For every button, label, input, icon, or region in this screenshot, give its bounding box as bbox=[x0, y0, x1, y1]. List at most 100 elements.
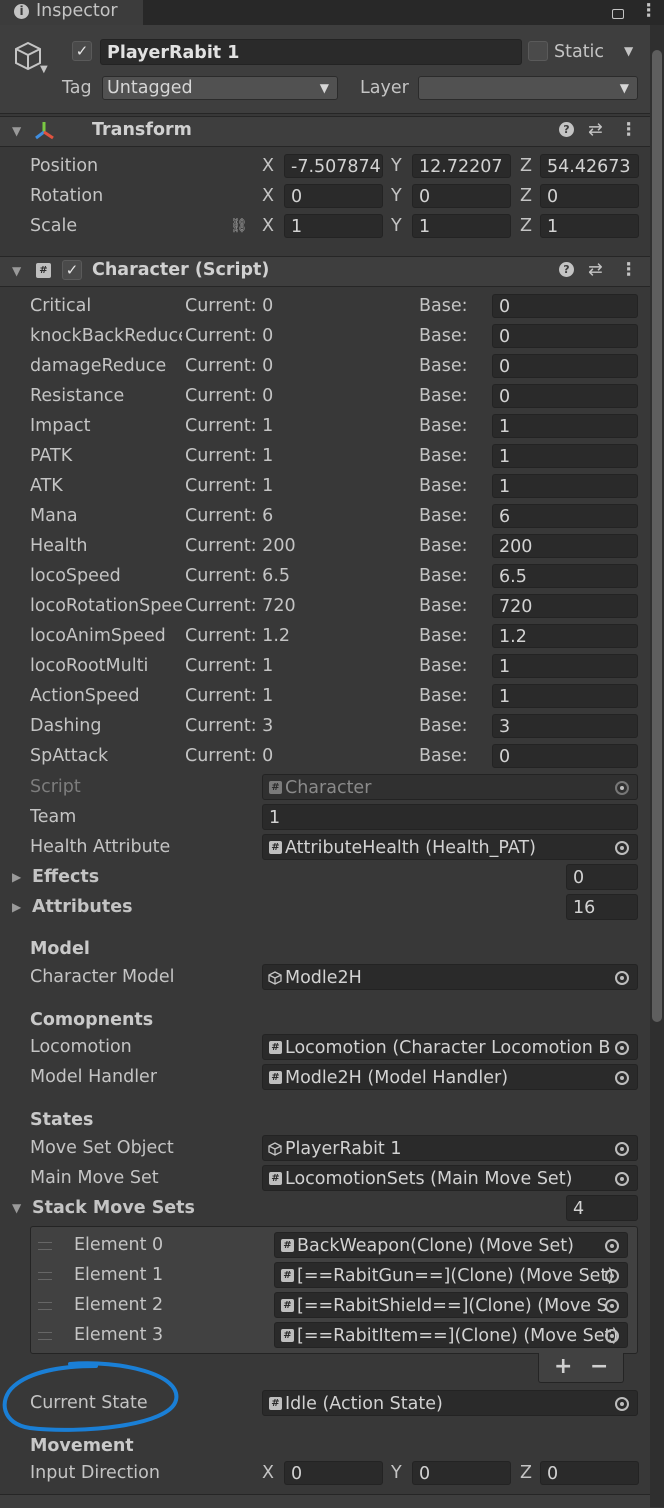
stat-base-field[interactable]: 0 bbox=[492, 384, 638, 408]
y-axis-label[interactable]: Y bbox=[391, 151, 402, 181]
z-axis-label[interactable]: Z bbox=[520, 211, 532, 241]
stat-base-field[interactable]: 0 bbox=[492, 744, 638, 768]
constrain-proportions-icon[interactable]: ⛓ bbox=[230, 211, 248, 241]
character-enabled-checkbox[interactable]: ✓ bbox=[62, 260, 82, 280]
position-z-field[interactable]: 54.42673 bbox=[540, 154, 639, 178]
y-axis-label[interactable]: Y bbox=[391, 1458, 402, 1488]
model-handler-field[interactable]: # Modle2H (Model Handler) bbox=[262, 1064, 638, 1090]
object-picker-icon[interactable] bbox=[615, 1071, 629, 1085]
x-axis-label[interactable]: X bbox=[262, 211, 274, 241]
stat-base-field[interactable]: 6 bbox=[492, 504, 638, 528]
stat-base-field[interactable]: 1 bbox=[492, 414, 638, 438]
input-direction-y-field[interactable]: 0 bbox=[412, 1461, 511, 1485]
z-axis-label[interactable]: Z bbox=[520, 1458, 532, 1488]
stat-base-field[interactable]: 0 bbox=[492, 354, 638, 378]
object-picker-icon[interactable] bbox=[615, 1397, 629, 1411]
inspector-tab[interactable]: i Inspector bbox=[0, 0, 143, 25]
object-picker-icon[interactable] bbox=[615, 1142, 629, 1156]
static-dropdown-arrow-icon[interactable]: ▼ bbox=[624, 44, 633, 58]
foldout-expanded-icon[interactable]: ▼ bbox=[12, 116, 21, 146]
object-picker-icon[interactable] bbox=[605, 1329, 619, 1343]
foldout-expanded-icon[interactable]: ▼ bbox=[12, 256, 21, 286]
team-field[interactable]: 1 bbox=[262, 804, 638, 830]
element-field[interactable]: # [==RabitGun==](Clone) (Move Set) bbox=[274, 1262, 628, 1288]
current-state-field[interactable]: # Idle (Action State) bbox=[262, 1390, 638, 1416]
component-menu-icon[interactable]: ⋮ bbox=[620, 256, 638, 285]
drag-handle-icon[interactable] bbox=[38, 1242, 52, 1250]
rotation-y-field[interactable]: 0 bbox=[412, 184, 511, 208]
stack-move-sets-row[interactable]: ▼ Stack Move Sets 4 bbox=[0, 1193, 650, 1223]
object-name-field[interactable]: PlayerRabit 1 bbox=[100, 39, 522, 65]
remove-element-button[interactable]: − bbox=[590, 1354, 608, 1380]
list-item: Element 2 # [==RabitShield==](Clone) (Mo… bbox=[0, 1290, 650, 1320]
active-checkbox[interactable]: ✓ bbox=[72, 41, 92, 61]
stat-base-field[interactable]: 6.5 bbox=[492, 564, 638, 588]
rotation-x-field[interactable]: 0 bbox=[284, 184, 383, 208]
add-element-button[interactable]: + bbox=[554, 1354, 572, 1380]
scrollbar-thumb[interactable] bbox=[652, 50, 662, 1022]
health-attribute-field[interactable]: # AttributeHealth (Health_PAT) bbox=[262, 834, 638, 860]
scale-x-field[interactable]: 1 bbox=[284, 214, 383, 238]
z-axis-label[interactable]: Z bbox=[520, 151, 532, 181]
help-icon[interactable]: ? bbox=[559, 262, 574, 277]
component-menu-icon[interactable]: ⋮ bbox=[620, 116, 638, 145]
menu-kebab-icon[interactable]: ⋮ bbox=[640, 0, 658, 22]
stat-base-field[interactable]: 1 bbox=[492, 444, 638, 468]
drag-handle-icon[interactable] bbox=[38, 1302, 52, 1310]
scale-z-field[interactable]: 1 bbox=[540, 214, 639, 238]
presets-icon[interactable]: ⇄ bbox=[588, 256, 603, 285]
stat-base-field[interactable]: 0 bbox=[492, 324, 638, 348]
element-field[interactable]: # [==RabitShield==](Clone) (Move S bbox=[274, 1292, 628, 1318]
foldout-expanded-icon[interactable]: ▼ bbox=[12, 1193, 21, 1223]
help-icon[interactable]: ? bbox=[559, 122, 574, 137]
icon-dropdown-arrow-icon[interactable]: ▼ bbox=[40, 64, 48, 75]
effects-count-field[interactable]: 0 bbox=[566, 864, 638, 890]
presets-icon[interactable]: ⇄ bbox=[588, 116, 603, 145]
character-model-field[interactable]: Modle2H bbox=[262, 964, 638, 990]
element-field[interactable]: # BackWeapon(Clone) (Move Set) bbox=[274, 1232, 628, 1258]
element-field[interactable]: # [==RabitItem==](Clone) (Move Set) bbox=[274, 1322, 628, 1348]
stat-base-field[interactable]: 0 bbox=[492, 294, 638, 318]
z-axis-label[interactable]: Z bbox=[520, 181, 532, 211]
y-axis-label[interactable]: Y bbox=[391, 181, 402, 211]
move-set-object-field[interactable]: PlayerRabit 1 bbox=[262, 1135, 638, 1161]
stat-base-field[interactable]: 1 bbox=[492, 654, 638, 678]
x-axis-label[interactable]: X bbox=[262, 1458, 274, 1488]
drag-handle-icon[interactable] bbox=[38, 1272, 52, 1280]
attributes-count-field[interactable]: 16 bbox=[566, 894, 638, 920]
input-direction-x-field[interactable]: 0 bbox=[284, 1461, 383, 1485]
main-move-set-field[interactable]: # LocomotionSets (Main Move Set) bbox=[262, 1165, 638, 1191]
object-picker-icon[interactable] bbox=[605, 1269, 619, 1283]
static-checkbox[interactable] bbox=[528, 41, 548, 61]
x-axis-label[interactable]: X bbox=[262, 181, 274, 211]
drag-handle-icon[interactable] bbox=[38, 1332, 52, 1340]
object-picker-icon[interactable] bbox=[605, 1299, 619, 1313]
rotation-z-field[interactable]: 0 bbox=[540, 184, 639, 208]
object-picker-icon[interactable] bbox=[605, 1239, 619, 1253]
layer-dropdown[interactable]: ▼ bbox=[418, 76, 638, 100]
effects-row[interactable]: ▶ Effects 0 bbox=[0, 862, 650, 892]
stat-base-field[interactable]: 1 bbox=[492, 474, 638, 498]
stat-base-field[interactable]: 1.2 bbox=[492, 624, 638, 648]
object-picker-icon[interactable] bbox=[615, 1172, 629, 1186]
object-picker-icon[interactable] bbox=[615, 971, 629, 985]
tag-dropdown[interactable]: Untagged ▼ bbox=[102, 76, 338, 100]
object-picker-icon[interactable] bbox=[615, 841, 629, 855]
foldout-collapsed-icon[interactable]: ▶ bbox=[12, 892, 21, 922]
scale-y-field[interactable]: 1 bbox=[412, 214, 511, 238]
foldout-collapsed-icon[interactable]: ▶ bbox=[12, 862, 21, 892]
y-axis-label[interactable]: Y bbox=[391, 211, 402, 241]
object-picker-icon[interactable] bbox=[615, 1041, 629, 1055]
stat-base-field[interactable]: 200 bbox=[492, 534, 638, 558]
lock-icon[interactable] bbox=[612, 9, 624, 19]
attributes-row[interactable]: ▶ Attributes 16 bbox=[0, 892, 650, 922]
locomotion-field[interactable]: # Locomotion (Character Locomotion B bbox=[262, 1034, 638, 1060]
stack-move-sets-count-field[interactable]: 4 bbox=[566, 1195, 638, 1221]
stat-base-field[interactable]: 1 bbox=[492, 684, 638, 708]
stat-base-field[interactable]: 3 bbox=[492, 714, 638, 738]
input-direction-z-field[interactable]: 0 bbox=[540, 1461, 639, 1485]
x-axis-label[interactable]: X bbox=[262, 151, 274, 181]
position-x-field[interactable]: -7.507874 bbox=[284, 154, 383, 178]
position-y-field[interactable]: 12.72207 bbox=[412, 154, 511, 178]
stat-base-field[interactable]: 720 bbox=[492, 594, 638, 618]
